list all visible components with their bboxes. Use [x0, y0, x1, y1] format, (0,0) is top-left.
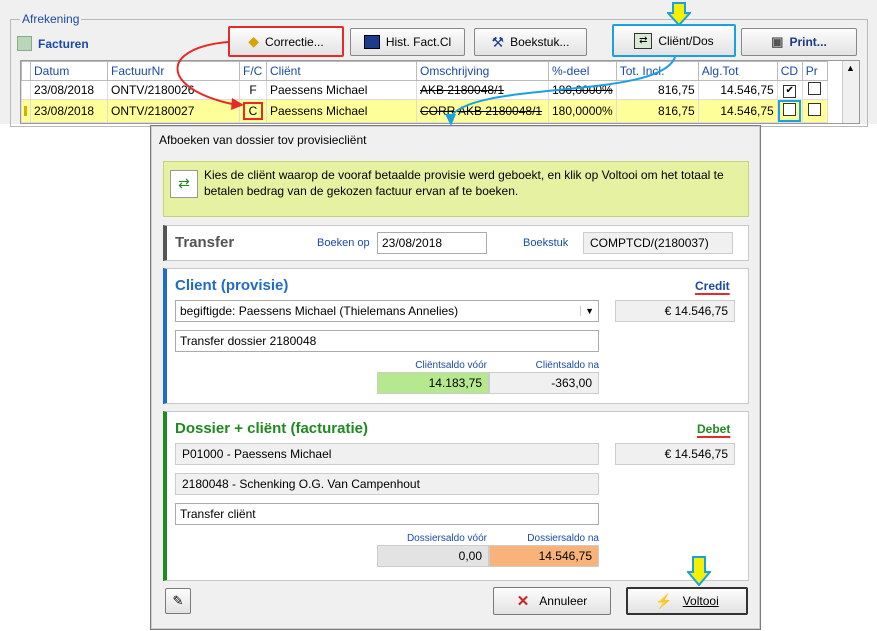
credit-label: Credit: [695, 279, 730, 293]
transfer-title: Transfer: [175, 234, 235, 251]
boekstuk-label: Boekstuk: [523, 237, 569, 249]
clientsaldo-voor-label: Cliëntsaldo vóór: [415, 360, 487, 371]
client-description-input[interactable]: Transfer dossier 2180048: [175, 330, 599, 352]
dossiersaldo-na-label: Dossiersaldo na: [527, 533, 599, 544]
dossiersaldo-voor-label: Dossiersaldo vóór: [406, 533, 487, 544]
transfer-info-icon: ⇄: [170, 170, 198, 198]
clientsaldo-na-label: Cliëntsaldo na: [535, 360, 599, 371]
chevron-down-icon[interactable]: ▼: [580, 306, 594, 316]
dossier-panel: Dossier + cliënt (facturatie) Debet P010…: [163, 411, 749, 581]
dossier-client-value: P01000 - Paessens Michael: [175, 443, 599, 465]
info-box: ⇄ Kies de cliënt waarop de vooraf betaal…: [163, 161, 749, 217]
boeken-op-label: Boeken op: [317, 237, 370, 249]
arrow-down-icon: [685, 556, 713, 587]
voltooi-label: Voltooi: [682, 594, 719, 608]
voltooi-button[interactable]: ⚡ Voltooi: [626, 587, 748, 615]
annuleer-label: Annuleer: [539, 594, 588, 608]
dossier-description-input[interactable]: Transfer cliënt: [175, 503, 599, 525]
client-select[interactable]: begiftigde: Paessens Michael (Thielemans…: [175, 300, 599, 322]
transfer-panel: Transfer Boeken op 23/08/2018 Boekstuk C…: [163, 225, 749, 261]
boeken-op-input[interactable]: 23/08/2018: [377, 232, 487, 254]
client-select-value: begiftigde: Paessens Michael (Thielemans…: [180, 304, 459, 318]
dossiersaldo-na-value: 14.546,75: [489, 545, 599, 567]
debet-label: Debet: [697, 422, 731, 436]
client-amount: € 14.546,75: [615, 300, 735, 322]
notes-button[interactable]: ✎: [165, 588, 191, 614]
lightning-icon: ⚡: [655, 592, 673, 609]
info-text: Kies de cliënt waarop de vooraf betaalde…: [204, 168, 724, 198]
notes-icon: ✎: [172, 593, 184, 608]
client-title: Client (provisie): [175, 277, 289, 294]
client-panel: Client (provisie) Credit begiftigde: Pae…: [163, 268, 749, 404]
annuleer-button[interactable]: ✕ Annuleer: [493, 587, 611, 615]
dossiersaldo-voor-value: 0,00: [377, 545, 489, 567]
dossier-title: Dossier + cliënt (facturatie): [175, 420, 368, 437]
afboeken-dialog: Afboeken van dossier tov provisiecliënt …: [150, 125, 761, 630]
clientsaldo-voor-value: 14.183,75: [377, 372, 489, 394]
close-icon: ✕: [516, 593, 530, 610]
boekstuk-value: COMPTCD/(2180037): [583, 232, 733, 254]
clientsaldo-na-value: -363,00: [489, 372, 599, 394]
dossier-value: 2180048 - Schenking O.G. Van Campenhout: [175, 473, 599, 495]
dossier-amount: € 14.546,75: [615, 443, 735, 465]
dialog-title: Afboeken van dossier tov provisiecliënt: [159, 133, 367, 147]
